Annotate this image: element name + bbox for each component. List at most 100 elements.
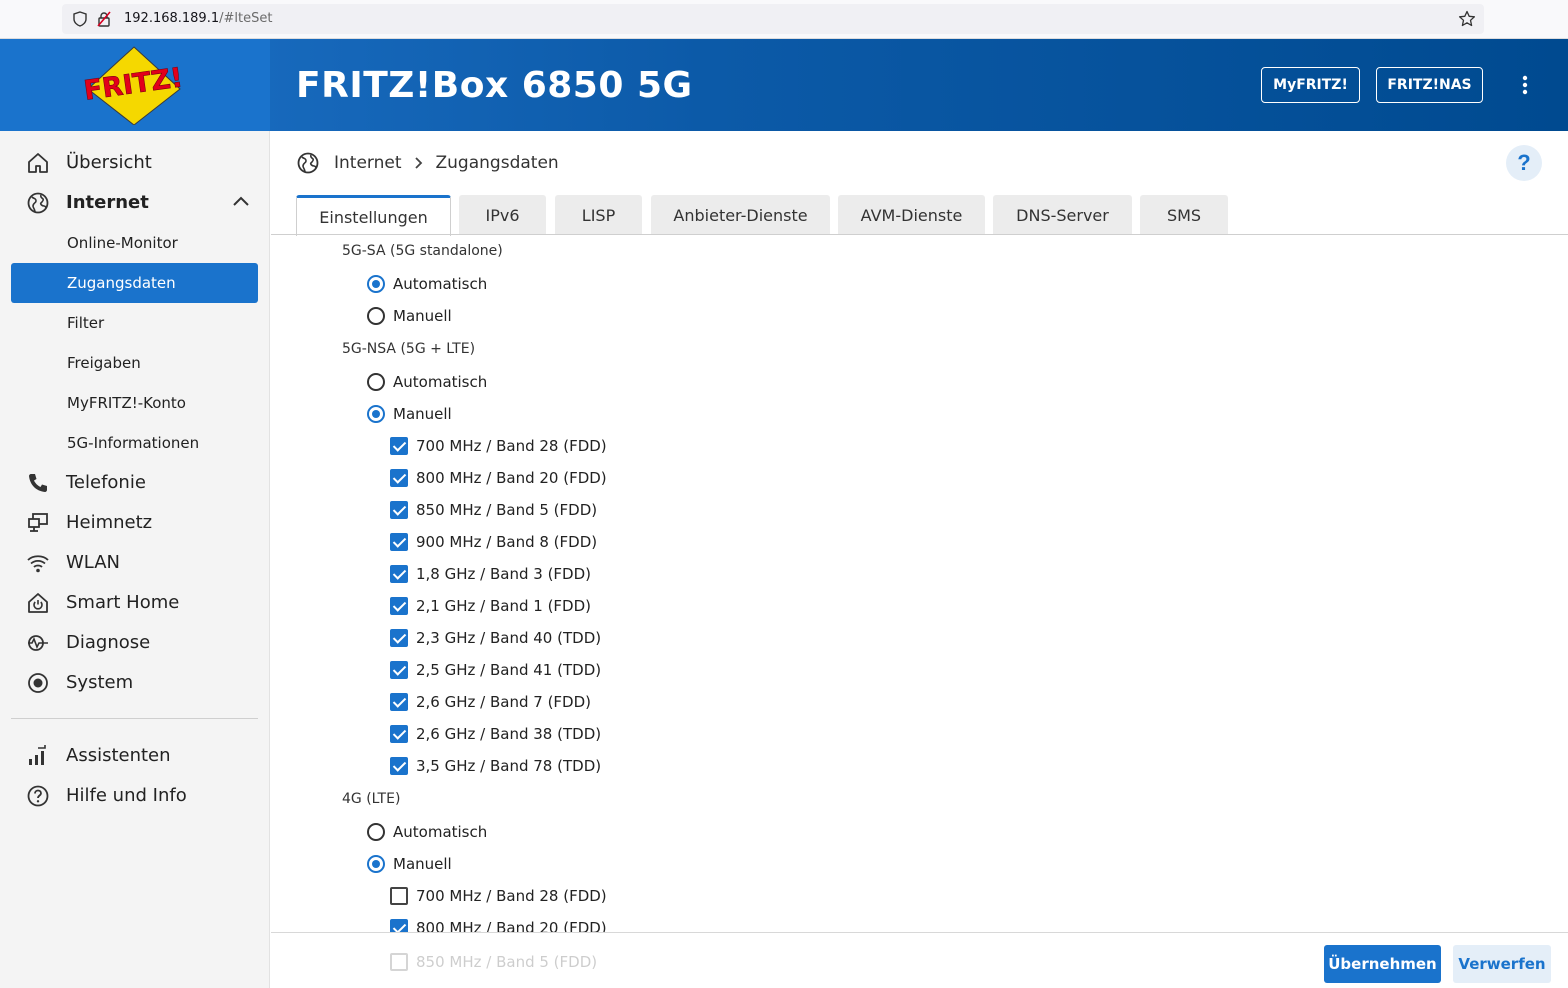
radio-button[interactable] <box>367 275 385 293</box>
radio-4g-manual[interactable]: Manuell <box>367 854 452 874</box>
sidebar-subitem-myfritz-konto[interactable]: MyFRITZ!-Konto <box>11 383 258 423</box>
radio-button[interactable] <box>367 307 385 325</box>
checkbox[interactable] <box>390 629 408 647</box>
sidebar-subitem-zugangsdaten[interactable]: Zugangsdaten <box>11 263 258 303</box>
radio-5g-nsa-manual[interactable]: Manuell <box>367 404 452 424</box>
sidebar-item-uebersicht[interactable]: Übersicht <box>0 142 270 182</box>
checkbox[interactable] <box>390 725 408 743</box>
sidebar-item-label: System <box>66 671 134 693</box>
radio-5g-sa-auto[interactable]: Automatisch <box>367 274 487 294</box>
nsa-band-row[interactable]: 2,6 GHz / Band 38 (TDD) <box>390 724 601 744</box>
radio-button[interactable] <box>367 405 385 423</box>
nsa-band-row[interactable]: 800 MHz / Band 20 (FDD) <box>390 468 607 488</box>
sidebar-item-internet[interactable]: Internet <box>0 182 270 222</box>
tab-sms[interactable]: SMS <box>1140 195 1228 235</box>
sidebar-subitem-online-monitor[interactable]: Online-Monitor <box>11 223 258 263</box>
checkbox[interactable] <box>390 565 408 583</box>
more-menu-icon[interactable] <box>1514 73 1536 97</box>
url-path: /#lteSet <box>219 11 273 26</box>
tab-lisp[interactable]: LISP <box>555 195 642 235</box>
sidebar-item-hilfe[interactable]: Hilfe und Info <box>0 775 270 815</box>
radio-5g-nsa-auto[interactable]: Automatisch <box>367 372 487 392</box>
assistant-icon <box>29 745 46 765</box>
discard-button[interactable]: Verwerfen <box>1453 945 1551 983</box>
sidebar-item-smart-home[interactable]: Smart Home <box>0 582 270 622</box>
address-bar[interactable]: 192.168.189.1/#lteSet <box>62 4 1484 34</box>
chevron-up-icon[interactable] <box>232 194 250 208</box>
power-icon <box>28 593 48 613</box>
checkbox[interactable] <box>390 597 408 615</box>
checkbox-label: 850 MHz / Band 5 (FDD) <box>416 501 598 519</box>
chevron-right-icon <box>414 157 422 169</box>
globe-icon <box>297 152 319 174</box>
lte-band-row-obscured: 850 MHz / Band 5 (FDD) <box>390 953 597 971</box>
tab-dns-server[interactable]: DNS-Server <box>993 195 1132 235</box>
apply-button[interactable]: Übernehmen <box>1324 945 1441 983</box>
checkbox[interactable] <box>390 887 408 905</box>
breadcrumb: Internet Zugangsdaten <box>296 150 559 176</box>
sidebar-item-system[interactable]: System <box>0 662 270 702</box>
nsa-band-row[interactable]: 2,6 GHz / Band 7 (FDD) <box>390 692 591 712</box>
sidebar-item-label: Übersicht <box>66 151 152 173</box>
nsa-band-row[interactable]: 3,5 GHz / Band 78 (TDD) <box>390 756 601 776</box>
shield-icon[interactable] <box>72 11 88 27</box>
sidebar-subitem-5g-informationen[interactable]: 5G-Informationen <box>11 423 258 463</box>
checkbox[interactable] <box>390 757 408 775</box>
lte-band-row[interactable]: 700 MHz / Band 28 (FDD) <box>390 886 607 906</box>
lte-band-row[interactable]: 800 MHz / Band 20 (FDD) <box>390 918 607 932</box>
sidebar-subitem-freigaben[interactable]: Freigaben <box>11 343 258 383</box>
nsa-band-row[interactable]: 700 MHz / Band 28 (FDD) <box>390 436 607 456</box>
checkbox-label: 2,6 GHz / Band 7 (FDD) <box>416 693 592 711</box>
checkbox[interactable] <box>390 533 408 551</box>
myfritz-button[interactable]: MyFRITZ! <box>1261 67 1360 103</box>
checkbox[interactable] <box>390 693 408 711</box>
breadcrumb-parent[interactable]: Internet <box>334 153 402 173</box>
sidebar-item-wlan[interactable]: WLAN <box>0 542 270 582</box>
url-host: 192.168.189.1 <box>124 11 220 26</box>
sidebar-item-heimnetz[interactable]: Heimnetz <box>0 502 270 542</box>
sidebar-subitem-filter[interactable]: Filter <box>11 303 258 343</box>
checkbox[interactable] <box>390 437 408 455</box>
checkbox-label: 900 MHz / Band 8 (FDD) <box>416 533 598 551</box>
checkbox[interactable] <box>390 919 408 932</box>
sidebar-item-telefonie[interactable]: Telefonie <box>0 462 270 502</box>
nsa-band-row[interactable]: 2,1 GHz / Band 1 (FDD) <box>390 596 591 616</box>
radio-button[interactable] <box>367 855 385 873</box>
sidebar-subitem-label: Online-Monitor <box>67 234 178 252</box>
wifi-icon <box>27 555 49 573</box>
sidebar-item-diagnose[interactable]: Diagnose <box>0 622 270 662</box>
radio-4g-auto[interactable]: Automatisch <box>367 822 487 842</box>
sidebar-subitem-label: Zugangsdaten <box>67 274 176 292</box>
tab-avm-dienste[interactable]: AVM-Dienste <box>838 195 985 235</box>
sidebar-item-label: Heimnetz <box>66 511 153 533</box>
nsa-band-row[interactable]: 850 MHz / Band 5 (FDD) <box>390 500 597 520</box>
checkbox[interactable] <box>390 661 408 679</box>
tab-anbieter-dienste[interactable]: Anbieter-Dienste <box>651 195 830 235</box>
diagnose-icon <box>28 635 48 651</box>
help-icon <box>27 785 49 807</box>
checkbox-label: 800 MHz / Band 20 (FDD) <box>416 469 607 487</box>
breadcrumb-current: Zugangsdaten <box>435 153 559 173</box>
radio-5g-sa-manual[interactable]: Manuell <box>367 306 452 326</box>
radio-button[interactable] <box>367 373 385 391</box>
checkbox[interactable] <box>390 501 408 519</box>
url-text[interactable]: 192.168.189.1/#lteSet <box>124 11 272 26</box>
nsa-band-row[interactable]: 1,8 GHz / Band 3 (FDD) <box>390 564 591 584</box>
tab-einstellungen[interactable]: Einstellungen <box>296 195 451 236</box>
nsa-band-row[interactable]: 900 MHz / Band 8 (FDD) <box>390 532 597 552</box>
bookmark-star-icon[interactable] <box>1458 10 1476 28</box>
checkbox-label: 2,6 GHz / Band 38 (TDD) <box>416 725 602 743</box>
radio-button[interactable] <box>367 823 385 841</box>
system-icon <box>28 673 48 693</box>
nsa-band-row[interactable]: 2,5 GHz / Band 41 (TDD) <box>390 660 601 680</box>
nsa-band-row[interactable]: 2,3 GHz / Band 40 (TDD) <box>390 628 601 648</box>
sidebar-item-assistenten[interactable]: Assistenten <box>0 735 270 775</box>
section-title-5g-nsa: 5G-NSA (5G + LTE) <box>342 341 476 357</box>
app-header: FRITZ! FRITZ!Box 6850 5G MyFRITZ! FRITZ!… <box>0 39 1568 131</box>
fritz-logo[interactable]: FRITZ! <box>84 45 184 125</box>
fritznas-button[interactable]: FRITZ!NAS <box>1376 67 1483 103</box>
insecure-lock-icon[interactable] <box>96 11 112 27</box>
checkbox[interactable] <box>390 469 408 487</box>
tab-ipv6[interactable]: IPv6 <box>459 195 546 235</box>
help-button[interactable]: ? <box>1506 145 1542 181</box>
